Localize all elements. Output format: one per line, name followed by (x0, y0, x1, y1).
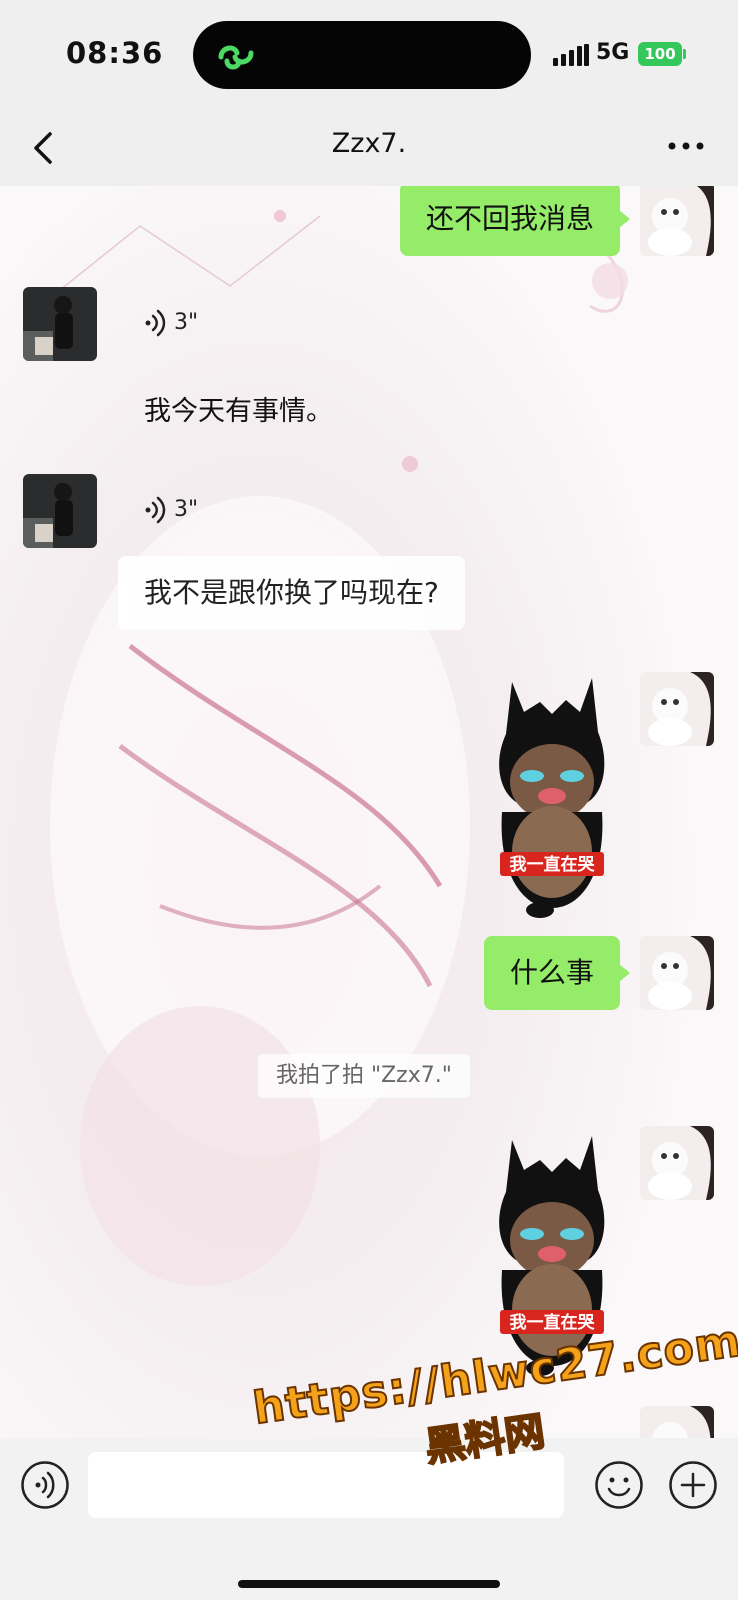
message-list[interactable]: 还不回我消息 3" 我今天有事情。 3" 我不是跟你换了吗现在? 我一直在哭 什… (0, 186, 738, 1438)
dynamic-island[interactable] (193, 21, 531, 89)
home-indicator[interactable] (238, 1580, 500, 1588)
self-avatar-image (640, 936, 714, 1010)
signal-icon (553, 44, 589, 66)
status-bar: 08:36 5G 100 (0, 0, 738, 110)
self-avatar[interactable] (640, 672, 714, 746)
self-avatar[interactable] (640, 936, 714, 1010)
message-bubble-contact[interactable]: 我不是跟你换了吗现在? (118, 556, 465, 630)
self-avatar[interactable] (640, 1126, 714, 1200)
crying-sticker-image: 我一直在哭 (499, 678, 605, 918)
sticker-message[interactable]: 我一直在哭 (492, 672, 612, 922)
message-bubble-self[interactable]: 还不回我消息 (399, 186, 631, 256)
contact-avatar[interactable] (23, 474, 97, 548)
chat-title: Zzx7. (331, 128, 407, 159)
battery-tip (683, 49, 686, 59)
chat-screen: 08:36 5G 100 Zzx7. 还不回我消息 3" 我今天有事情。 3" … (0, 0, 738, 1600)
self-avatar[interactable] (640, 186, 714, 256)
more-dots-icon[interactable] (666, 136, 706, 156)
chat-header: Zzx7. (0, 110, 738, 186)
voice-wave-icon (145, 309, 166, 337)
voice-wave-icon (145, 496, 166, 524)
chat-wallpaper (0, 186, 738, 1438)
contact-avatar-image (23, 474, 97, 548)
pat-notice: 我拍了拍 "Zzx7." (258, 1054, 470, 1098)
voice-message[interactable]: 3" (144, 474, 198, 546)
self-avatar-image (640, 186, 714, 256)
status-time: 08:36 (66, 36, 164, 70)
self-avatar-image (640, 672, 714, 746)
voice-icon[interactable] (20, 1460, 70, 1510)
voice-duration: 3" (174, 310, 199, 335)
contact-avatar[interactable] (23, 287, 97, 361)
message-text-contact[interactable]: 我今天有事情。 (144, 389, 333, 428)
network-label: 5G (596, 40, 630, 65)
voice-duration: 3" (174, 497, 199, 522)
battery-indicator: 100 (638, 42, 682, 66)
sticker-caption: 我一直在哭 (510, 1312, 596, 1333)
self-avatar-image (640, 1126, 714, 1200)
voice-message[interactable]: 3" (144, 287, 198, 359)
contact-avatar-image (23, 287, 97, 361)
link-app-icon (218, 45, 254, 70)
sticker-caption: 我一直在哭 (510, 854, 596, 875)
message-bubble-self[interactable]: 什么事 (483, 936, 631, 1010)
